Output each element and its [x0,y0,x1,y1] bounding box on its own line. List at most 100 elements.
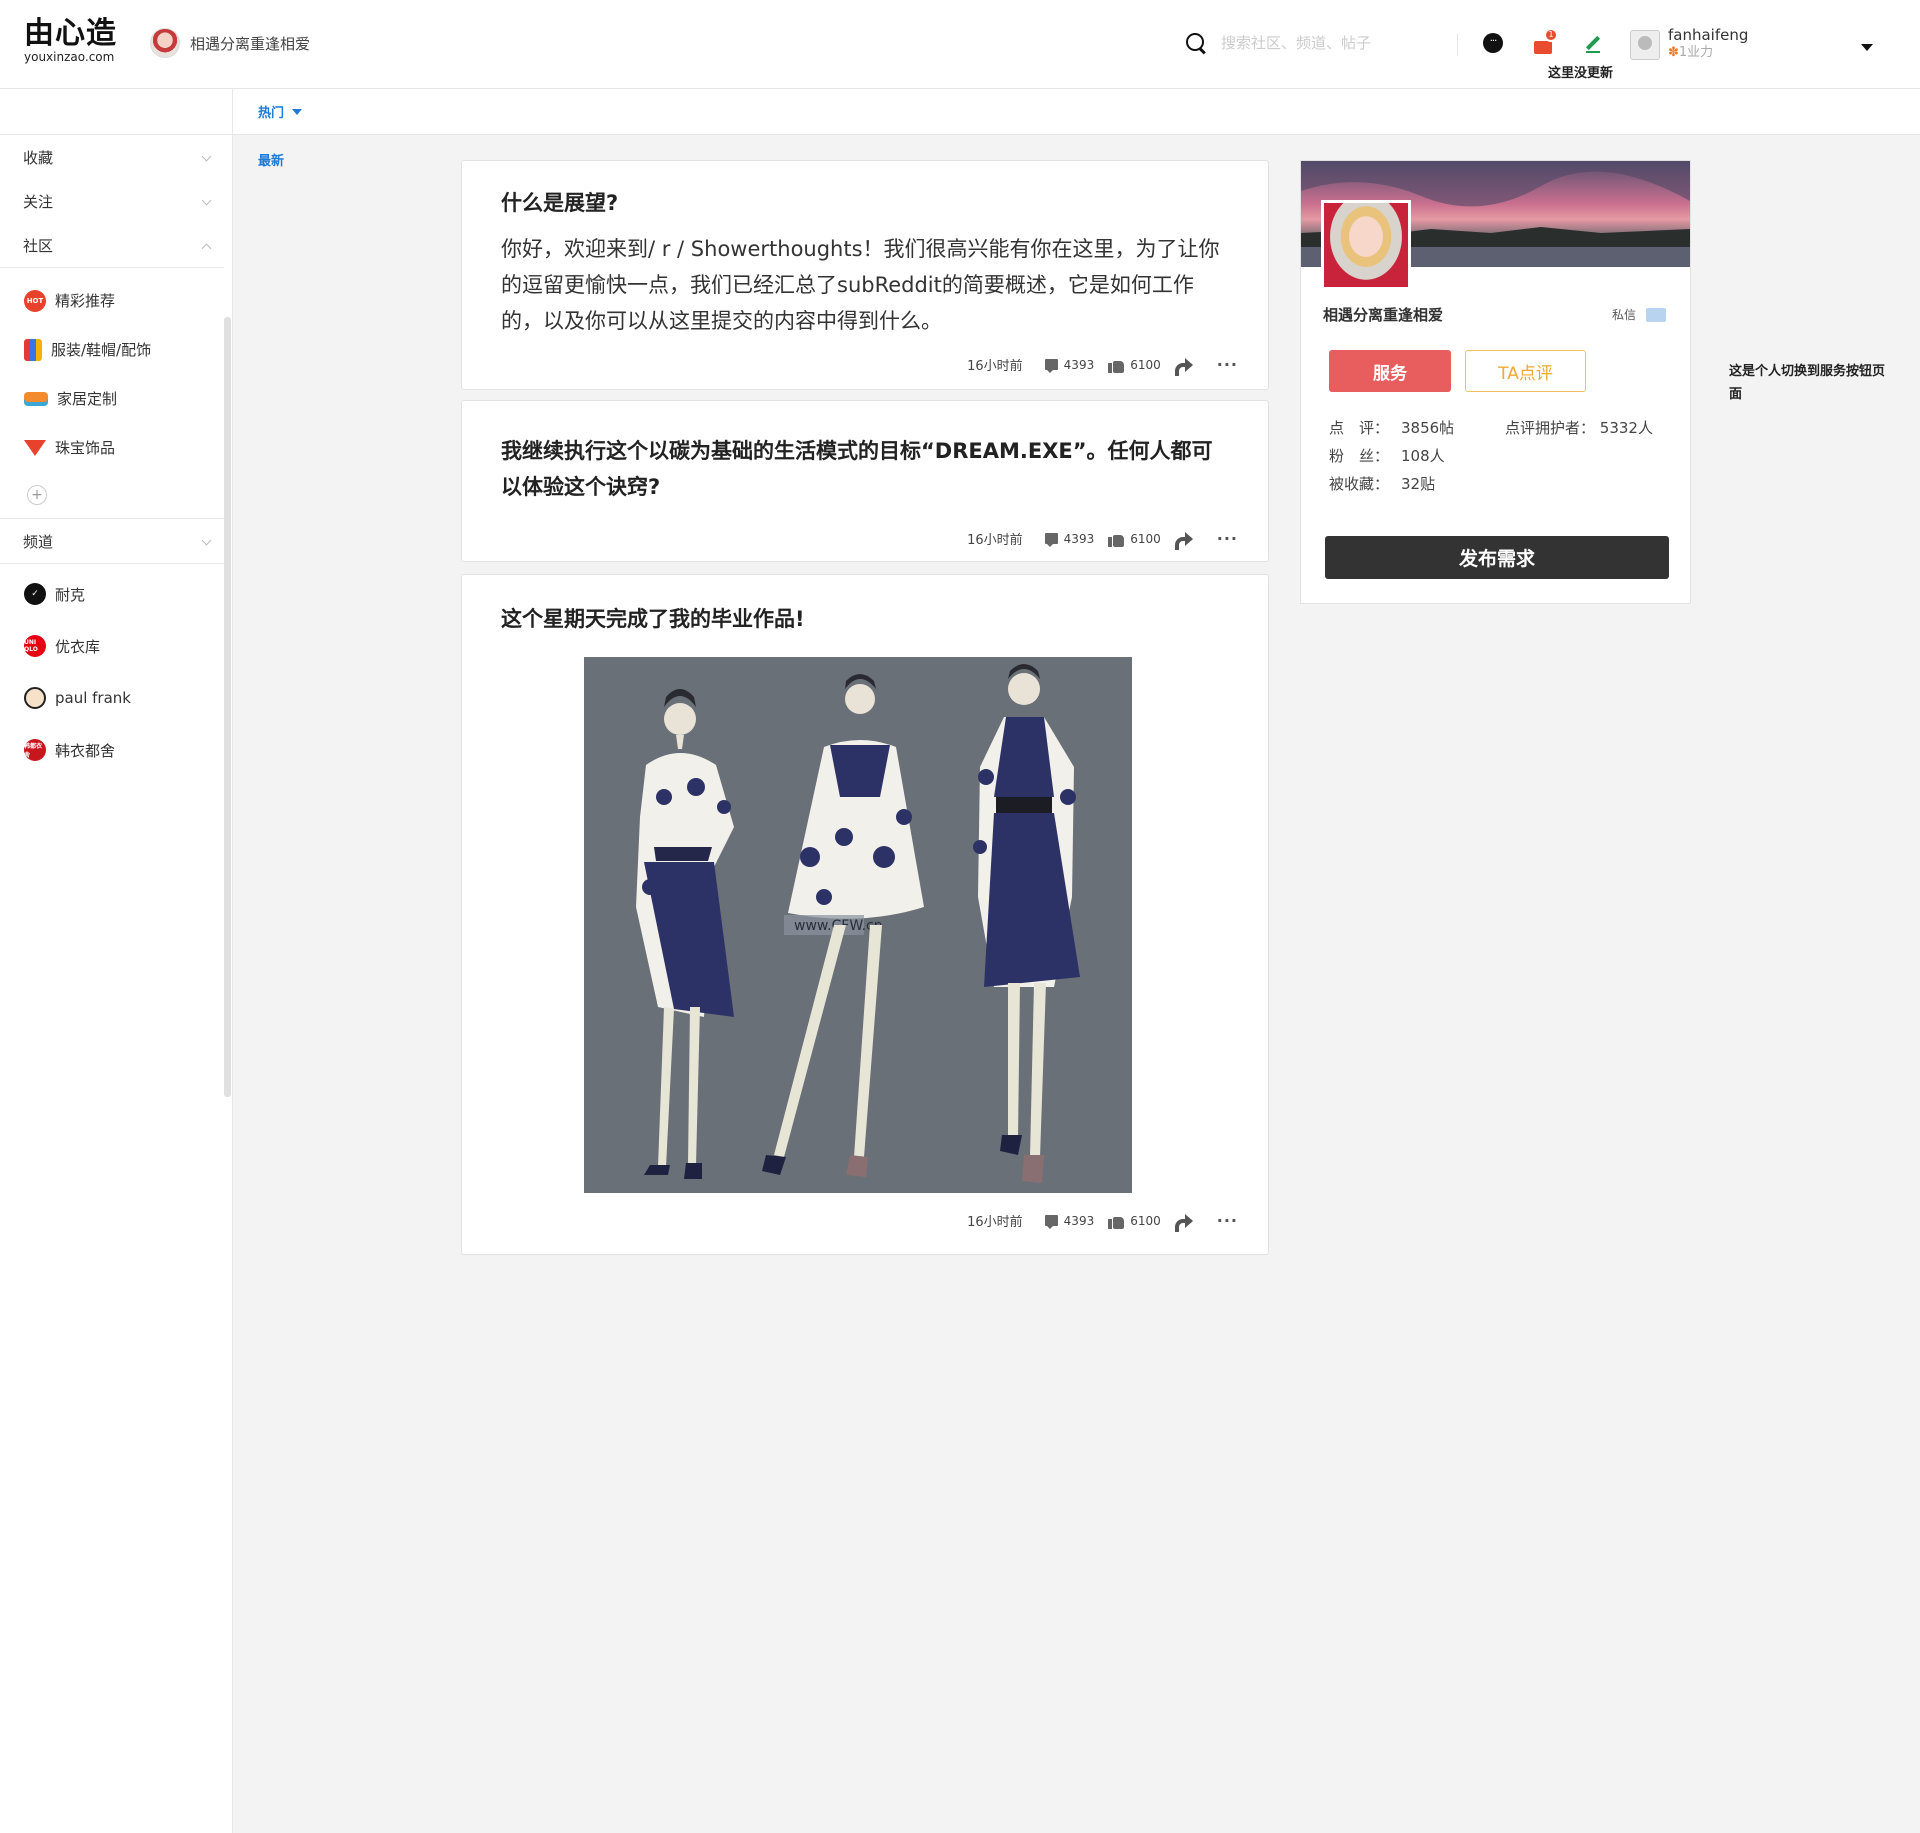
comment-icon [1044,1215,1058,1229]
comments-button[interactable]: 4393 [1044,358,1094,373]
more-icon[interactable]: ··· [1217,1212,1238,1228]
comments-button[interactable]: 4393 [1044,532,1094,547]
search-bar [1185,32,1455,54]
logo-mark: 由心造 [24,16,117,51]
like-button[interactable]: 6100 [1108,1213,1161,1229]
sidebar-scrollbar[interactable] [224,317,231,1097]
sidebar-section-channel[interactable]: 频道 [0,519,232,563]
add-community-button[interactable]: + [0,472,232,518]
share-icon[interactable] [1174,357,1193,376]
channel-item-nike[interactable]: ✓ 耐克 [0,568,232,620]
mail-badge: 1 [1544,28,1558,42]
chat-icon[interactable]: ··· [1480,30,1506,56]
mail-icon [1646,307,1667,322]
post-title[interactable]: 我继续执行这个以碳为基础的生活模式的目标“DREAM.EXE”。任何人都可以体验… [501,433,1220,505]
logo-domain: youxinzao.com [24,50,115,64]
clothes-icon [24,338,42,361]
sidebar-item-clothing[interactable]: 服装/鞋帽/配饰 [0,325,232,374]
user-dropdown-caret-icon[interactable] [1861,44,1873,51]
post-card[interactable]: 什么是展望? 你好，欢迎来到/ r / Showerthoughts！我们很高兴… [461,160,1269,390]
mail-icon[interactable]: 1 [1530,28,1558,56]
chevron-down-icon [201,535,212,546]
site-logo[interactable]: 由心造 youxinzao.com [24,16,124,64]
sidebar-section-follow[interactable]: 关注 [0,179,232,223]
post-meta: 16小时前 4393 6100 ··· [967,529,1238,550]
community-name: 相遇分离重逢相爱 [190,34,311,53]
sidebar-item-featured[interactable]: HOT 精彩推荐 [0,276,232,325]
post-meta: 16小时前 4393 6100 ··· [967,1211,1238,1232]
profile-card: 相遇分离重逢相爱 私信 服务 TA点评 点 评： 3856帖 粉 丝： 108人 被… [1300,160,1691,604]
comment-icon [1044,359,1058,373]
diamond-icon [24,439,46,456]
tab-new[interactable]: 最新 [258,150,284,169]
plus-icon: + [27,485,47,505]
left-sidebar: 收藏 关注 社区 HOT 精彩推荐 服装/鞋帽/配饰 家居定制 珠宝饰品 + 频道… [0,89,233,1833]
thumbs-up-icon [1108,531,1125,547]
sidebar-section-community[interactable]: 社区 [0,223,232,267]
fashion-sketch-image: www.CFW.cn [584,657,1132,1193]
service-button[interactable]: 服务 [1329,350,1451,392]
post-time: 16小时前 [967,533,1023,548]
search-icon[interactable] [1185,32,1207,54]
header-divider [1457,34,1458,56]
chevron-down-icon [201,151,212,162]
share-icon[interactable] [1174,1213,1193,1232]
edit-icon[interactable] [1580,30,1606,56]
channel-item-paul-frank[interactable]: paul frank [0,672,232,724]
stat-row: 被收藏： 32贴 [1329,475,1436,493]
username: fanhaifeng [1668,26,1749,44]
stat-row: 粉 丝： 108人 [1329,447,1445,465]
thumbs-up-icon [1108,357,1125,373]
more-icon[interactable]: ··· [1217,530,1238,546]
current-community[interactable]: 相遇分离重逢相爱 [150,28,310,58]
stat-row: 点 评： 3856帖 [1329,419,1455,437]
channel-item-handu[interactable]: 韩都衣舍 韩衣都舍 [0,724,232,776]
user-menu[interactable]: fanhaifeng ✽1业力 [1630,26,1748,62]
handu-logo-icon: 韩都衣舍 [24,739,46,761]
post-image[interactable]: www.CFW.cn [584,657,1132,1193]
post-card[interactable]: 这个星期天完成了我的毕业作品! 16小时前 4393 6100 ··· [461,574,1269,1255]
more-icon[interactable]: ··· [1217,356,1238,372]
search-input[interactable] [1221,34,1441,52]
direct-message-button[interactable]: 私信 [1612,306,1667,323]
comments-button[interactable]: 4393 [1044,1214,1094,1229]
tab-hot[interactable]: 热门 [258,102,303,121]
paul-frank-logo-icon [24,687,46,709]
chevron-up-icon [201,243,212,254]
sofa-icon [24,391,48,406]
tab-bar: 热门 [233,89,1920,135]
post-meta: 16小时前 4393 6100 ··· [967,355,1238,376]
publish-request-button[interactable]: 发布需求 [1325,536,1669,579]
like-button[interactable]: 6100 [1108,357,1161,373]
uniqlo-logo-icon: UNI QLO [24,635,46,657]
top-header: 由心造 youxinzao.com 相遇分离重逢相爱 ··· 1 这里没更新 f… [0,0,1920,89]
post-time: 16小时前 [967,1215,1023,1230]
sidebar-item-jewelry[interactable]: 珠宝饰品 [0,423,232,472]
comment-icon [1044,533,1058,547]
profile-name: 相遇分离重逢相爱 [1323,306,1444,324]
no-update-label: 这里没更新 [1548,66,1614,81]
thumbs-up-icon [1108,1213,1125,1229]
channel-item-uniqlo[interactable]: UNI QLO 优衣库 [0,620,232,672]
ta-review-button[interactable]: TA点评 [1465,350,1586,392]
post-title[interactable]: 这个星期天完成了我的毕业作品! [501,601,1220,637]
gear-icon: ✽ [1668,45,1679,60]
community-avatar [150,28,180,58]
sidebar-section-favorites[interactable]: 收藏 [0,135,232,179]
like-button[interactable]: 6100 [1108,531,1161,547]
caret-down-icon [292,108,303,115]
hot-icon: HOT [24,289,46,312]
post-body: 你好，欢迎来到/ r / Showerthoughts！我们很高兴能有你在这里，… [501,237,1220,333]
post-card[interactable]: 我继续执行这个以碳为基础的生活模式的目标“DREAM.EXE”。任何人都可以体验… [461,400,1269,562]
user-avatar [1630,30,1660,60]
profile-stats: 点 评： 3856帖 粉 丝： 108人 被收藏： 32贴 [1329,414,1454,498]
user-power: ✽1业力 [1668,45,1714,60]
guardians-stat: 点评拥护者： 5332人 [1505,419,1653,437]
nike-logo-icon: ✓ [24,583,46,605]
profile-avatar[interactable] [1321,200,1411,290]
sidebar-item-home-custom[interactable]: 家居定制 [0,374,232,423]
post-title[interactable]: 什么是展望? [501,185,1220,221]
chevron-down-icon [201,195,212,206]
side-annotation: 这是个人切换到服务按钮页面 [1729,364,1886,402]
share-icon[interactable] [1174,531,1193,550]
